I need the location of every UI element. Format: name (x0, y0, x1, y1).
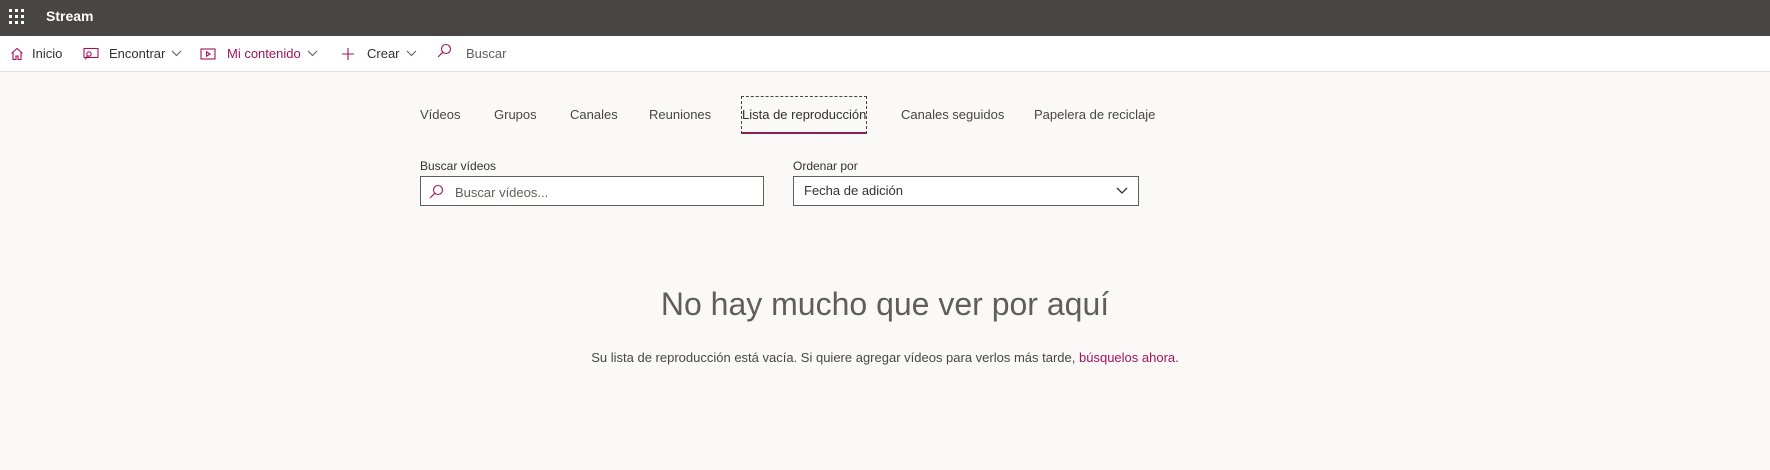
tab-channels[interactable]: Canales (570, 96, 618, 134)
empty-state-text: Su lista de reproducción está vacía. Si … (591, 350, 1079, 365)
find-them-now-link[interactable]: búsquelos ahora (1079, 350, 1175, 365)
my-content-icon (200, 47, 216, 60)
suite-bar: Stream (0, 0, 1770, 36)
discover-icon (83, 47, 99, 60)
waffle-icon[interactable] (8, 8, 26, 26)
nav-create[interactable]: Crear (341, 36, 417, 71)
home-icon (11, 47, 23, 60)
search-videos-label: Buscar vídeos (420, 159, 497, 173)
nav-my-content[interactable]: Mi contenido (200, 36, 318, 71)
tab-recycle-bin[interactable]: Papelera de reciclaje (1034, 96, 1155, 134)
tab-playlist[interactable]: Lista de reproducción (741, 96, 867, 134)
search-videos-input[interactable] (453, 177, 757, 207)
search-icon (437, 43, 452, 58)
empty-state-title: No hay mucho que ver por aquí (660, 286, 1110, 322)
sort-dropdown[interactable]: Fecha de adición (793, 176, 1139, 206)
tab-meetings[interactable]: Reuniones (649, 96, 711, 134)
sort-label: Ordenar por (793, 159, 858, 173)
sort-dropdown-value: Fecha de adición (804, 183, 904, 198)
nav-home[interactable]: Inicio (10, 36, 62, 71)
nav-discover-label: Encontrar (109, 46, 166, 61)
nav-home-label: Inicio (32, 46, 63, 61)
search-videos-box (420, 176, 764, 207)
empty-state-message: Su lista de reproducción está vacía. Si … (0, 350, 1770, 365)
search-icon (429, 184, 444, 199)
command-bar: Inicio Encontrar Mi contenido Crear Busc… (0, 36, 1770, 72)
nav-create-label: Crear (367, 46, 400, 61)
nav-discover[interactable]: Encontrar (83, 36, 182, 71)
empty-state-link-suffix: . (1175, 350, 1179, 365)
tab-groups[interactable]: Grupos (494, 96, 537, 134)
chevron-down-icon (307, 50, 318, 57)
chevron-down-icon (171, 50, 182, 57)
chevron-down-icon (1116, 187, 1128, 194)
chevron-down-icon (406, 50, 416, 57)
tab-followed-channels[interactable]: Canales seguidos (901, 96, 1004, 134)
plus-icon (342, 47, 354, 60)
app-title[interactable]: Stream (46, 0, 93, 32)
nav-my-content-label: Mi contenido (227, 46, 301, 61)
nav-search-label: Buscar (466, 46, 507, 61)
tab-videos[interactable]: Vídeos (420, 96, 460, 134)
nav-search[interactable]: Buscar (437, 36, 506, 71)
